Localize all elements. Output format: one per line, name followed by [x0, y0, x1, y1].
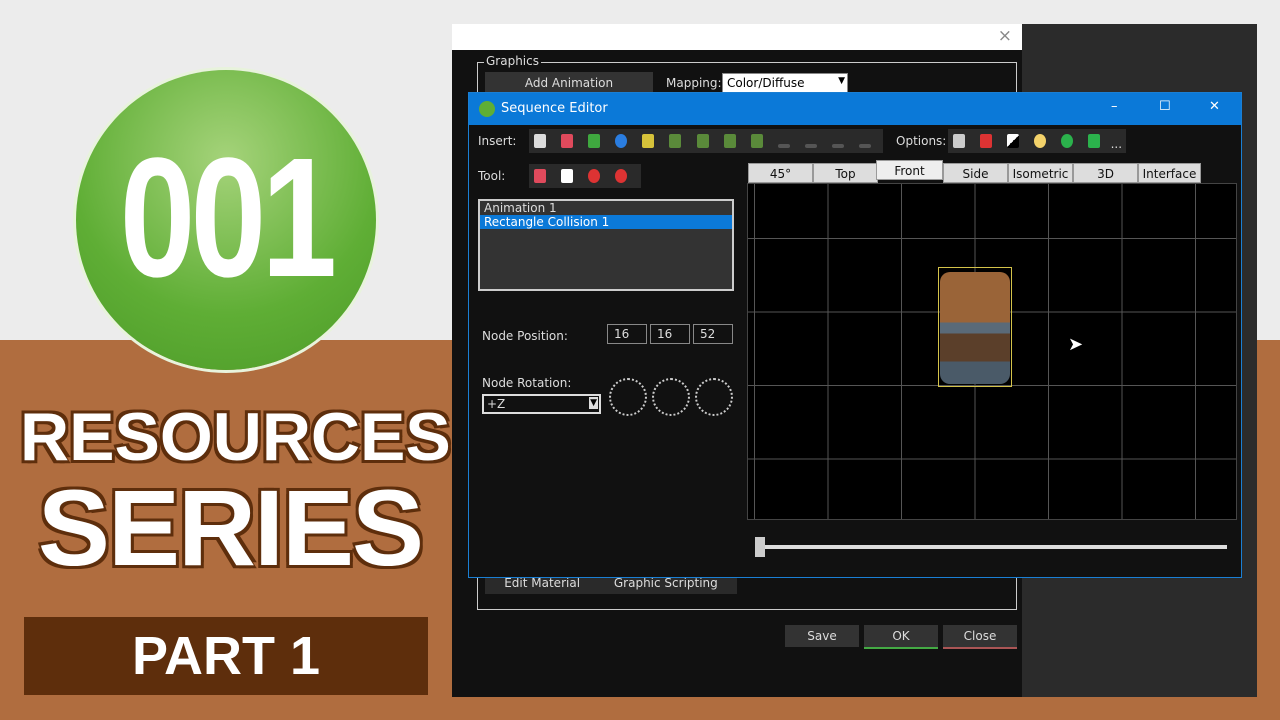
logo-001: 001	[76, 70, 376, 370]
sequence-editor-window: Sequence Editor – ☐ ✕ Insert: Options: .…	[468, 92, 1242, 578]
cylinder-icon[interactable]	[588, 134, 601, 148]
flag-3-icon[interactable]	[723, 134, 736, 148]
node-list: Animation 1 Rectangle Collision 1	[478, 199, 734, 291]
position-y-input[interactable]: 16	[650, 324, 690, 344]
tab-top[interactable]: Top	[813, 163, 878, 183]
lightbulb-icon[interactable]	[1034, 134, 1047, 148]
timeline-slider-handle[interactable]	[755, 537, 765, 557]
save-button[interactable]: Save	[785, 625, 859, 647]
barrel-sprite	[940, 272, 1010, 384]
chevron-down-icon: ▼	[838, 76, 845, 86]
rotate-ccw-icon[interactable]	[588, 169, 601, 183]
sequence-editor-titlebar: Sequence Editor – ☐ ✕	[469, 93, 1241, 125]
mapping-label: Mapping:	[666, 76, 722, 90]
viewport[interactable]: ➤	[747, 183, 1237, 520]
graphic-scripting-button[interactable]: Graphic Scripting	[614, 576, 718, 590]
ok-button[interactable]: OK	[864, 625, 938, 649]
flag-1-icon[interactable]	[669, 134, 682, 148]
edit-material-button[interactable]: Edit Material	[504, 576, 580, 590]
node-position-label: Node Position:	[482, 329, 568, 343]
tab-side[interactable]: Side	[943, 163, 1008, 183]
film-icon[interactable]	[534, 134, 546, 148]
play-icon[interactable]	[1061, 134, 1074, 148]
rotation-dial-x[interactable]	[609, 378, 647, 416]
close-icon[interactable]: ✕	[1209, 99, 1220, 114]
tool-toolbar	[529, 164, 641, 188]
mapping-value: Color/Diffuse	[727, 76, 805, 90]
close-button[interactable]: Close	[943, 625, 1017, 649]
tab-45[interactable]: 45°	[748, 163, 813, 183]
add-animation-button[interactable]: Add Animation	[485, 72, 653, 94]
title-series: SERIES	[37, 467, 424, 588]
insert-label: Insert:	[478, 134, 517, 148]
cube-icon[interactable]	[561, 134, 574, 148]
position-z-input[interactable]: 52	[693, 324, 733, 344]
move-icon[interactable]	[534, 169, 546, 183]
marker-3-icon[interactable]	[832, 144, 845, 148]
marker-4-icon[interactable]	[859, 144, 872, 148]
rotate-cw-icon[interactable]	[615, 169, 628, 183]
options-toolbar: ...	[948, 129, 1126, 153]
maximize-icon[interactable]: ☐	[1159, 99, 1171, 114]
rotation-axis-select[interactable]: +Z ▼	[482, 394, 601, 414]
dialog-titlebar: ×	[452, 24, 1022, 50]
close-icon[interactable]: ×	[998, 26, 1012, 46]
part-label: PART 1	[24, 617, 428, 695]
app-icon	[479, 101, 495, 117]
grid-icon[interactable]	[953, 134, 965, 148]
rotation-dial-y[interactable]	[652, 378, 690, 416]
marker-1-icon[interactable]	[777, 144, 790, 148]
node-item-selected[interactable]: Rectangle Collision 1	[480, 215, 732, 229]
rotation-dial-z[interactable]	[695, 378, 733, 416]
terrain-icon[interactable]	[642, 134, 655, 148]
graphics-group-label: Graphics	[484, 54, 541, 68]
mapping-select[interactable]: Color/Diffuse ▼	[722, 73, 848, 93]
rotation-axis-value: +Z	[487, 397, 506, 411]
minimize-icon[interactable]: –	[1111, 99, 1118, 114]
sphere-icon[interactable]	[615, 134, 628, 148]
chevron-down-icon: ▼	[589, 397, 598, 409]
tab-interface[interactable]: Interface	[1138, 163, 1201, 183]
logo-text: 001	[119, 123, 337, 313]
magnet-icon[interactable]	[980, 134, 993, 148]
more-options[interactable]: ...	[1111, 137, 1122, 151]
contrast-icon[interactable]	[1007, 134, 1020, 148]
scale-icon[interactable]	[561, 169, 574, 183]
options-label: Options:	[896, 134, 947, 148]
tool-label: Tool:	[478, 169, 506, 183]
flag-2-icon[interactable]	[696, 134, 709, 148]
window-title: Sequence Editor	[501, 101, 608, 116]
node-rotation-label: Node Rotation:	[482, 376, 572, 390]
flag-4-icon[interactable]	[750, 134, 763, 148]
position-x-input[interactable]: 16	[607, 324, 647, 344]
loop-icon[interactable]	[1088, 134, 1101, 148]
timeline-track[interactable]	[759, 545, 1227, 549]
insert-toolbar	[529, 129, 883, 153]
marker-2-icon[interactable]	[804, 144, 817, 148]
tab-front[interactable]: Front	[876, 160, 943, 180]
node-item[interactable]: Animation 1	[480, 201, 732, 215]
cursor-icon: ➤	[1068, 334, 1084, 355]
tab-isometric[interactable]: Isometric	[1008, 163, 1073, 183]
tab-3d[interactable]: 3D	[1073, 163, 1138, 183]
